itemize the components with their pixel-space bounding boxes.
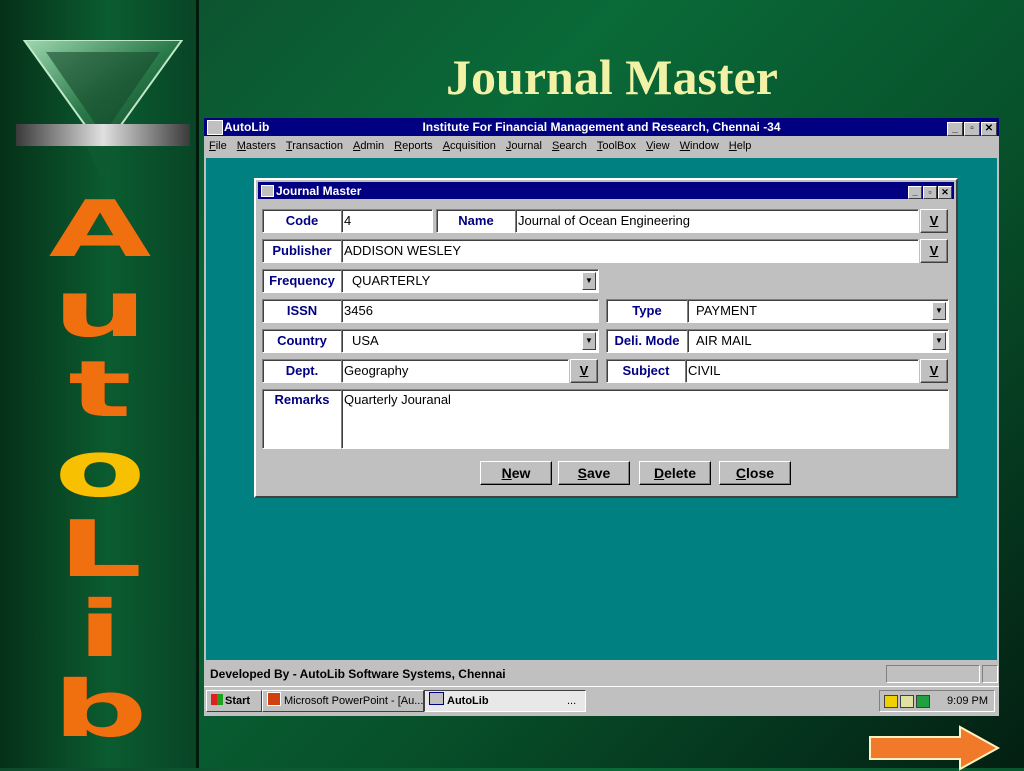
remarks-label: Remarks <box>262 389 342 449</box>
type-value: PAYMENT <box>696 303 757 318</box>
dialog-title: Journal Master <box>276 184 362 198</box>
menu-transaction[interactable]: Transaction <box>281 136 348 152</box>
status-text: Developed By - AutoLib Software Systems,… <box>210 667 506 681</box>
letter-u: u <box>52 265 148 355</box>
powerpoint-icon <box>267 692 281 706</box>
country-label: Country <box>262 329 342 353</box>
menu-journal[interactable]: Journal <box>501 136 547 152</box>
status-panel-small <box>982 665 998 683</box>
status-panel <box>886 665 980 683</box>
left-decor-panel: A u t o L i b <box>0 0 196 768</box>
publisher-lookup-button[interactable]: V <box>920 239 948 263</box>
frequency-select[interactable]: QUARTERLY ▼ <box>341 269 599 293</box>
next-slide-arrow-icon[interactable] <box>868 725 1002 771</box>
name-field[interactable]: Journal of Ocean Engineering <box>515 209 919 233</box>
name-label: Name <box>436 209 516 233</box>
close-icon[interactable]: ✕ <box>981 122 997 136</box>
deli-mode-label: Deli. Mode <box>606 329 688 353</box>
chevron-down-icon[interactable]: ▼ <box>932 332 946 350</box>
autolib-icon <box>429 692 444 705</box>
slide-title: Journal Master <box>446 49 778 105</box>
start-label: Start <box>225 695 251 707</box>
close-button[interactable]: Close <box>719 461 791 485</box>
dialog-titlebar[interactable]: Journal Master _ ▫ ✕ <box>258 182 954 199</box>
chevron-down-icon[interactable]: ▼ <box>582 332 596 350</box>
dialog-minimize-icon[interactable]: _ <box>908 186 922 199</box>
new-button[interactable]: New <box>480 461 552 485</box>
journal-master-dialog: Journal Master _ ▫ ✕ Code 4 Name Journal o… <box>254 178 958 498</box>
system-tray: 9:09 PM <box>879 690 995 712</box>
taskbar-item-label: AutoLib <box>447 695 489 707</box>
save-button[interactable]: Save <box>558 461 630 485</box>
start-button[interactable]: Start <box>206 690 262 712</box>
window-titlebar[interactable]: AutoLib Institute For Financial Manageme… <box>204 118 999 136</box>
menu-file[interactable]: File <box>204 136 232 152</box>
country-value: USA <box>352 333 379 348</box>
chevron-down-icon[interactable]: ▼ <box>932 302 946 320</box>
panel-divider <box>196 0 199 768</box>
menu-search[interactable]: Search <box>547 136 592 152</box>
autolib-window: AutoLib Institute For Financial Manageme… <box>204 118 999 716</box>
letter-i: i <box>77 585 123 675</box>
letter-l: L <box>57 505 143 595</box>
tray-pen-icon[interactable] <box>884 695 898 708</box>
minimize-icon[interactable]: _ <box>947 122 963 136</box>
dialog-maximize-icon[interactable]: ▫ <box>923 186 937 199</box>
deli-mode-value: AIR MAIL <box>696 333 752 348</box>
issn-label: ISSN <box>262 299 342 323</box>
taskbar-ellipsis: ... <box>567 695 577 707</box>
vertical-autolib-text: A u t o L i b <box>30 190 170 750</box>
code-label: Code <box>262 209 342 233</box>
subject-field[interactable]: CIVIL <box>685 359 919 383</box>
menu-window[interactable]: Window <box>675 136 724 152</box>
publisher-label: Publisher <box>262 239 342 263</box>
remarks-field[interactable]: Quarterly Jouranal <box>341 389 949 449</box>
frequency-label: Frequency <box>262 269 342 293</box>
dialog-icon <box>261 185 274 197</box>
taskbar: Start Microsoft PowerPoint - [Au... Auto… <box>204 686 999 716</box>
name-lookup-button[interactable]: V <box>920 209 948 233</box>
menu-toolbox[interactable]: ToolBox <box>592 136 641 152</box>
mdi-workspace: Journal Master _ ▫ ✕ Code 4 Name Journal o… <box>206 158 997 660</box>
letter-t: t <box>68 345 132 435</box>
country-select[interactable]: USA ▼ <box>341 329 599 353</box>
menu-masters[interactable]: Masters <box>232 136 281 152</box>
type-select[interactable]: PAYMENT ▼ <box>687 299 949 323</box>
dept-label: Dept. <box>262 359 342 383</box>
clock[interactable]: 9:09 PM <box>947 691 988 711</box>
taskbar-item-label: Microsoft PowerPoint - [Au... <box>284 695 424 707</box>
dept-field[interactable]: Geography <box>341 359 569 383</box>
dialog-close-icon[interactable]: ✕ <box>938 186 952 199</box>
menu-acquisition[interactable]: Acquisition <box>438 136 501 152</box>
status-bar: Developed By - AutoLib Software Systems,… <box>204 662 999 684</box>
subject-lookup-button[interactable]: V <box>920 359 948 383</box>
tray-network-icon[interactable] <box>900 695 914 708</box>
menu-bar: File Masters Transaction Admin Reports Acquis… <box>204 136 999 156</box>
letter-a: A <box>48 185 152 275</box>
menu-reports[interactable]: Reports <box>389 136 438 152</box>
chevron-down-icon[interactable]: ▼ <box>582 272 596 290</box>
letter-o: o <box>54 425 146 515</box>
delete-button[interactable]: Delete <box>639 461 711 485</box>
subject-label: Subject <box>606 359 686 383</box>
dept-lookup-button[interactable]: V <box>570 359 598 383</box>
menu-help[interactable]: Help <box>724 136 757 152</box>
publisher-field[interactable]: ADDISON WESLEY <box>341 239 919 263</box>
code-field[interactable]: 4 <box>341 209 433 233</box>
maximize-icon[interactable]: ▫ <box>964 122 980 136</box>
tray-monitor-icon[interactable] <box>916 695 930 708</box>
institute-title: Institute For Financial Management and R… <box>422 120 781 134</box>
pyramid-logo <box>16 40 190 180</box>
type-label: Type <box>606 299 688 323</box>
issn-field[interactable]: 3456 <box>341 299 599 323</box>
letter-b: b <box>52 665 148 755</box>
taskbar-item-autolib[interactable]: AutoLib... <box>424 690 586 712</box>
taskbar-item-powerpoint[interactable]: Microsoft PowerPoint - [Au... <box>262 690 424 712</box>
windows-logo-icon <box>211 694 223 705</box>
frequency-value: QUARTERLY <box>352 273 431 288</box>
deli-mode-select[interactable]: AIR MAIL ▼ <box>687 329 949 353</box>
menu-view[interactable]: View <box>641 136 675 152</box>
menu-admin[interactable]: Admin <box>348 136 389 152</box>
